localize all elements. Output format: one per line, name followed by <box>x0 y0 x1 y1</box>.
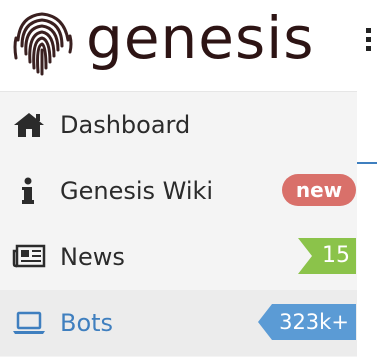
fingerprint-icon[interactable] <box>6 6 78 78</box>
vertical-dots-icon[interactable] <box>366 28 372 56</box>
header: genesis <box>0 0 377 90</box>
brand-name[interactable]: genesis <box>86 8 315 68</box>
sidebar-item-dashboard[interactable]: Dashboard <box>0 92 357 158</box>
info-icon <box>12 177 46 205</box>
bots-count: 323k+ <box>279 310 349 334</box>
sidebar-item-label: Dashboard <box>60 111 191 139</box>
new-badge: new <box>282 174 356 206</box>
home-icon <box>12 111 46 139</box>
laptop-icon <box>12 309 46 337</box>
active-indicator <box>357 162 377 164</box>
news-count-badge: 15 <box>298 238 356 274</box>
sidebar-item-label: News <box>60 243 125 271</box>
sidebar-item-label: Bots <box>60 309 114 337</box>
news-count: 15 <box>322 243 350 268</box>
bots-count-badge: 323k+ <box>258 304 356 340</box>
sidebar-item-label: Genesis Wiki <box>60 177 214 205</box>
newspaper-icon <box>12 243 46 271</box>
